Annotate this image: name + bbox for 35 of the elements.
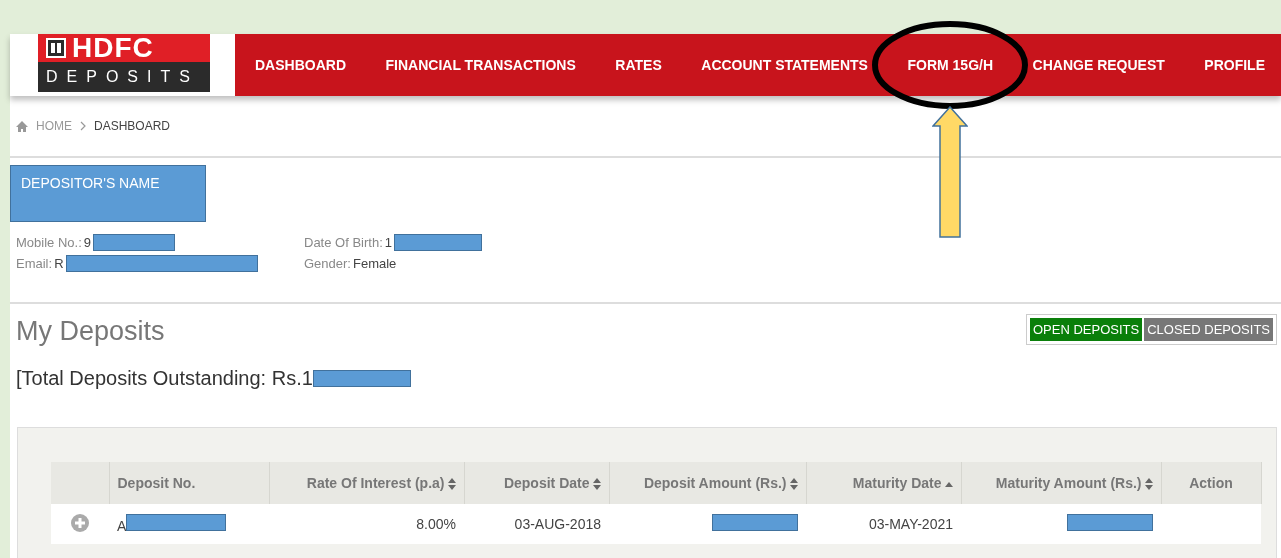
nav-item[interactable]: FINANCIAL TRANSACTIONS xyxy=(385,57,576,73)
table-cell: 03-AUG-2018 xyxy=(514,516,601,532)
chevron-icon xyxy=(80,121,86,131)
nav-item[interactable]: ACCOUNT STATEMENTS xyxy=(701,57,868,73)
nav-item[interactable]: PROFILE xyxy=(1204,57,1265,73)
breadcrumb-current: DASHBOARD xyxy=(94,119,170,133)
depositor-name: DEPOSITOR'S NAME xyxy=(10,165,206,222)
table-cell: A xyxy=(117,518,127,534)
info-value: 9 xyxy=(83,235,91,250)
filter-tab[interactable]: OPEN DEPOSITS xyxy=(1030,318,1143,341)
table-cell: 03-MAY-2021 xyxy=(868,516,953,532)
sort-icon[interactable] xyxy=(1144,478,1153,491)
info-value: Female xyxy=(353,256,397,271)
sort-icon[interactable] xyxy=(592,478,601,491)
home-icon[interactable] xyxy=(16,120,28,132)
section-title: My Deposits xyxy=(16,316,165,347)
column-header[interactable]: Deposit No. xyxy=(117,475,196,491)
nav-item[interactable]: FORM 15G/H xyxy=(907,57,994,73)
info-value: 1 xyxy=(384,235,392,250)
filter-tab[interactable]: CLOSED DEPOSITS xyxy=(1144,318,1273,341)
sort-icon[interactable] xyxy=(789,478,798,491)
sort-icon[interactable] xyxy=(944,481,953,487)
sort-icon[interactable] xyxy=(447,478,456,491)
nav-item[interactable]: CHANGE REQUEST xyxy=(1032,57,1165,73)
total-deposits: [Total Deposits Outstanding: Rs.1 xyxy=(16,367,313,390)
info-label: Gender: xyxy=(304,256,351,271)
info-value: R xyxy=(54,256,64,271)
info-label: Date Of Birth: xyxy=(304,235,383,250)
column-header[interactable]: Action xyxy=(1189,475,1233,491)
table-cell: 8.00% xyxy=(416,516,456,532)
nav-item[interactable]: DASHBOARD xyxy=(255,57,346,73)
nav-item[interactable]: RATES xyxy=(615,57,662,73)
breadcrumb-link[interactable]: HOME xyxy=(36,119,72,133)
info-label: Mobile No.: xyxy=(16,235,82,250)
info-label: Email: xyxy=(16,256,53,271)
